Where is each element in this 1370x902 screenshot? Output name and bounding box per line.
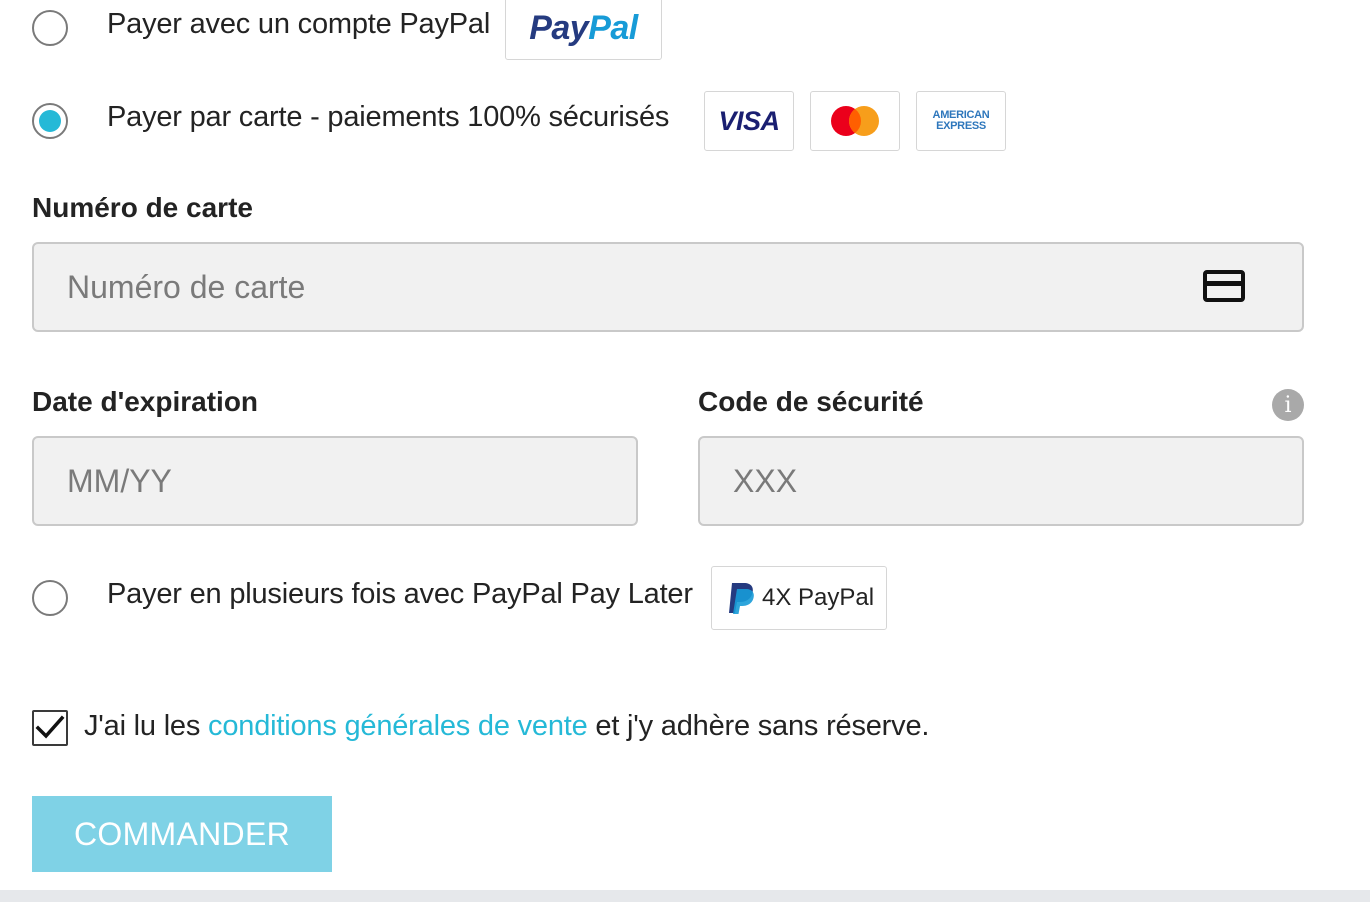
cvv-input[interactable] bbox=[698, 436, 1304, 526]
card-number-input[interactable] bbox=[32, 242, 1304, 332]
amex-logo: AMERICAN EXPRESS bbox=[916, 91, 1006, 151]
radio-paylater[interactable] bbox=[32, 580, 68, 616]
order-button[interactable]: COMMANDER bbox=[32, 796, 332, 872]
paypal-account-label[interactable]: Payer avec un compte PayPal bbox=[107, 8, 490, 41]
terms-text: J'ai lu les conditions générales de vent… bbox=[84, 710, 930, 742]
card-number-label: Numéro de carte bbox=[32, 192, 253, 223]
expiry-input[interactable] bbox=[32, 436, 638, 526]
mastercard-logo bbox=[810, 91, 900, 151]
paypal-p-icon bbox=[729, 583, 754, 614]
visa-wordmark: VISA bbox=[718, 105, 780, 136]
paypal-wordmark: PayPal bbox=[529, 8, 638, 47]
mastercard-icon bbox=[831, 106, 879, 136]
expiry-label: Date d'expiration bbox=[32, 386, 259, 417]
info-icon[interactable]: i bbox=[1272, 389, 1304, 421]
credit-card-icon bbox=[1203, 270, 1245, 302]
terms-link[interactable]: conditions générales de vente bbox=[208, 710, 588, 742]
cvv-label: Code de sécurité bbox=[698, 386, 924, 417]
paypal-logo: PayPal bbox=[505, 0, 662, 60]
visa-logo: VISA bbox=[704, 91, 794, 151]
terms-checkbox[interactable] bbox=[32, 710, 68, 746]
amex-wordmark: AMERICAN EXPRESS bbox=[932, 109, 990, 132]
radio-card[interactable] bbox=[32, 103, 68, 139]
checkmark-icon bbox=[35, 715, 65, 739]
paylater-logo: 4X PayPal bbox=[711, 566, 887, 630]
card-payment-label[interactable]: Payer par carte - paiements 100% sécuris… bbox=[107, 101, 669, 134]
paylater-label[interactable]: Payer en plusieurs fois avec PayPal Pay … bbox=[107, 578, 693, 611]
radio-paypal-account[interactable] bbox=[32, 10, 68, 46]
page-bottom-divider bbox=[0, 890, 1370, 902]
paylater-text: 4X PayPal bbox=[762, 584, 875, 611]
